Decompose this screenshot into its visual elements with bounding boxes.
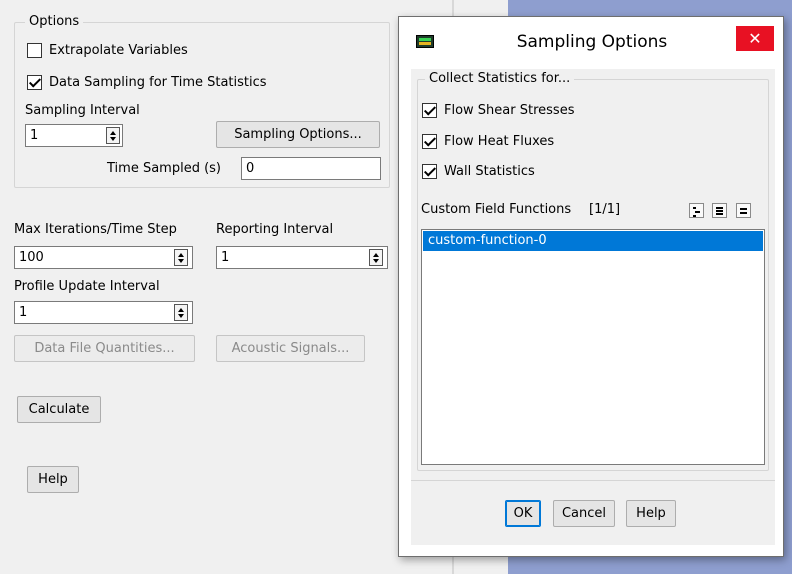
dialog-help-button[interactable]: Help <box>626 500 676 527</box>
select-items-icon[interactable] <box>689 203 704 218</box>
options-legend: Options <box>25 14 84 30</box>
data-sampling-checkbox[interactable] <box>27 75 42 90</box>
sampling-options-dialog: Sampling Options ✕ Collect Statistics fo… <box>398 16 784 557</box>
wall-statistics-checkbox[interactable] <box>422 164 437 179</box>
reporting-interval-value: 1 <box>221 250 230 265</box>
dialog-body: Collect Statistics for... Flow Shear Str… <box>411 69 775 545</box>
ok-button[interactable]: OK <box>505 500 541 527</box>
wall-statistics-label: Wall Statistics <box>444 164 535 179</box>
separator <box>411 480 775 481</box>
sampling-options-button[interactable]: Sampling Options... <box>216 121 380 148</box>
select-all-icon[interactable] <box>712 203 727 218</box>
reporting-interval-input[interactable]: 1 <box>216 246 388 269</box>
time-sampled-label: Time Sampled (s) <box>107 161 221 176</box>
flow-shear-stresses-label: Flow Shear Stresses <box>444 103 575 118</box>
custom-field-functions-list[interactable]: custom-function-0 <box>421 229 765 465</box>
dialog-title: Sampling Options <box>516 32 668 52</box>
custom-field-functions-count: [1/1] <box>589 202 621 217</box>
profile-update-spinner[interactable] <box>174 304 188 321</box>
profile-update-value: 1 <box>19 305 28 320</box>
flow-heat-fluxes-label: Flow Heat Fluxes <box>444 134 555 149</box>
time-sampled-field: 0 <box>241 157 381 180</box>
max-iterations-value: 100 <box>19 250 44 265</box>
max-iterations-label: Max Iterations/Time Step <box>14 222 177 237</box>
reporting-interval-label: Reporting Interval <box>216 222 334 237</box>
collect-statistics-legend: Collect Statistics for... <box>425 71 575 87</box>
close-button[interactable]: ✕ <box>736 26 774 51</box>
calculate-button[interactable]: Calculate <box>17 396 101 423</box>
cancel-button[interactable]: Cancel <box>553 500 615 527</box>
list-item[interactable]: custom-function-0 <box>423 231 763 251</box>
deselect-all-icon[interactable] <box>736 203 751 218</box>
acoustic-signals-button[interactable]: Acoustic Signals... <box>216 335 365 362</box>
flow-heat-fluxes-checkbox[interactable] <box>422 134 437 149</box>
max-iterations-spinner[interactable] <box>174 249 188 266</box>
close-icon: ✕ <box>748 29 762 48</box>
flow-shear-stresses-checkbox[interactable] <box>422 103 437 118</box>
profile-update-label: Profile Update Interval <box>14 279 160 294</box>
data-sampling-label: Data Sampling for Time Statistics <box>49 75 267 90</box>
sampling-interval-label: Sampling Interval <box>25 103 140 118</box>
reporting-interval-spinner[interactable] <box>369 249 383 266</box>
sampling-interval-spinner[interactable] <box>106 127 120 144</box>
data-file-quantities-button[interactable]: Data File Quantities... <box>14 335 195 362</box>
time-sampled-value: 0 <box>246 161 255 176</box>
custom-field-functions-label: Custom Field Functions <box>421 202 572 217</box>
extrapolate-variables-checkbox[interactable] <box>27 43 42 58</box>
sampling-interval-value: 1 <box>30 128 39 143</box>
extrapolate-variables-label: Extrapolate Variables <box>49 43 188 58</box>
help-button[interactable]: Help <box>27 466 79 493</box>
max-iterations-input[interactable]: 100 <box>14 246 193 269</box>
profile-update-input[interactable]: 1 <box>14 301 193 324</box>
